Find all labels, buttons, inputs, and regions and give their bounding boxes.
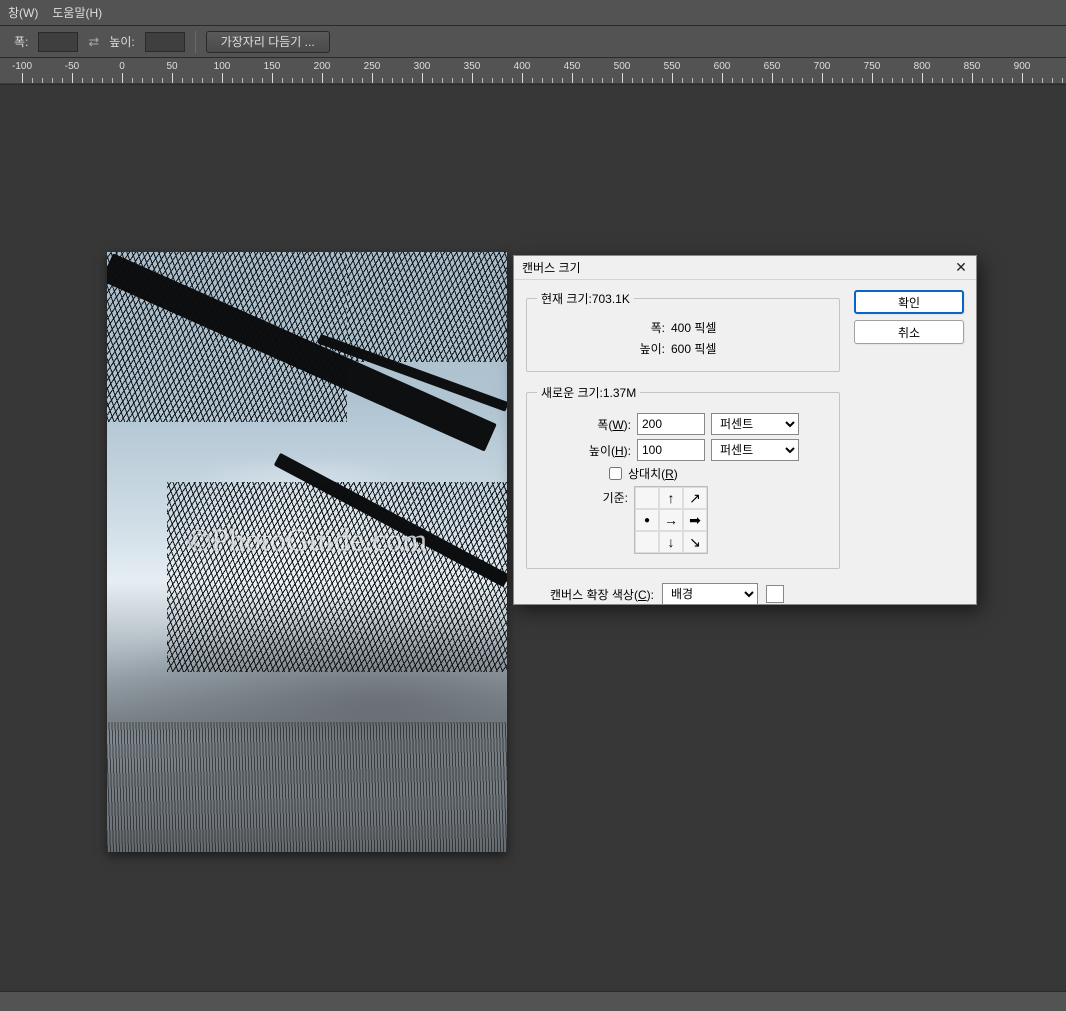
extension-color-select[interactable]: 배경 xyxy=(662,583,758,605)
ruler-tick-label: 900 xyxy=(1014,61,1031,72)
new-size-legend: 새로운 크기:1.37M xyxy=(537,384,640,401)
swap-dimensions-icon[interactable]: ⇄ xyxy=(88,34,99,50)
current-width-label: 폭: xyxy=(595,319,665,336)
dialog-title: 캔버스 크기 xyxy=(522,259,581,276)
new-height-input[interactable] xyxy=(637,439,705,461)
options-bar: 폭: ⇄ 높이: 가장자리 다듬기 ... xyxy=(0,26,1066,58)
extension-color-label: 캔버스 확장 색상(C): xyxy=(550,586,654,603)
ruler-tick-label: 700 xyxy=(814,61,831,72)
options-height-input[interactable] xyxy=(145,32,185,52)
close-icon[interactable]: ✕ xyxy=(952,259,970,277)
anchor-grid[interactable]: ↑ ↗ → ➡ ↓ ↘ xyxy=(634,486,708,554)
ruler-tick-label: 650 xyxy=(764,61,781,72)
ruler-tick-label: 350 xyxy=(464,61,481,72)
ruler-tick-label: -100 xyxy=(12,61,32,72)
ruler-tick-label: 150 xyxy=(264,61,281,72)
anchor-ne[interactable]: ↗ xyxy=(683,487,707,509)
options-height-label: 높이: xyxy=(109,33,134,50)
ruler-tick-label: 100 xyxy=(214,61,231,72)
ruler-tick-label: -50 xyxy=(65,61,79,72)
photo-pine-needles xyxy=(347,252,507,362)
extension-color-row: 캔버스 확장 색상(C): 배경 xyxy=(526,581,840,605)
ok-button[interactable]: 확인 xyxy=(854,290,964,314)
photo-bare-trees xyxy=(107,722,507,852)
new-height-label: 높이(H): xyxy=(567,442,631,459)
ruler-tick-label: 450 xyxy=(564,61,581,72)
ruler-tick-label: 500 xyxy=(614,61,631,72)
options-width-input[interactable] xyxy=(38,32,78,52)
current-width-value: 400 픽셀 xyxy=(671,319,771,336)
dialog-content: 현재 크기:703.1K 폭: 400 픽셀 높이: 600 픽셀 새로운 크기… xyxy=(526,290,840,605)
current-size-group: 현재 크기:703.1K 폭: 400 픽셀 높이: 600 픽셀 xyxy=(526,290,840,372)
ruler-tick-label: 750 xyxy=(864,61,881,72)
ruler-tick-label: 600 xyxy=(714,61,731,72)
new-size-group: 새로운 크기:1.37M 폭(W): 퍼센트 높이(H): 퍼센트 xyxy=(526,384,840,569)
new-width-input[interactable] xyxy=(637,413,705,435)
ruler-tick-label: 550 xyxy=(664,61,681,72)
watermark-text: ©PhotoGuide.com xyxy=(187,522,427,559)
anchor-nw[interactable] xyxy=(635,487,659,509)
ruler-tick-label: 0 xyxy=(119,61,125,72)
anchor-n[interactable]: ↑ xyxy=(659,487,683,509)
anchor-sw[interactable] xyxy=(635,531,659,553)
work-area: ©PhotoGuide.com 캔버스 크기 ✕ 현재 크기:703.1K 폭:… xyxy=(0,84,1066,1011)
dialog-titlebar: 캔버스 크기 ✕ xyxy=(514,256,976,280)
anchor-se[interactable]: ↘ xyxy=(683,531,707,553)
horizontal-ruler: -100 -50 0 50 100 150 200 250 300 350 400 450 500 550… xyxy=(0,58,1066,84)
canvas-size-dialog: 캔버스 크기 ✕ 현재 크기:703.1K 폭: 400 픽셀 높이: 600 … xyxy=(513,255,977,605)
document-canvas[interactable]: ©PhotoGuide.com xyxy=(107,252,507,852)
ruler-tick-label: 300 xyxy=(414,61,431,72)
refine-edge-button[interactable]: 가장자리 다듬기 ... xyxy=(206,31,330,53)
anchor-s[interactable]: ↓ xyxy=(659,531,683,553)
menu-help[interactable]: 도움말(H) xyxy=(52,4,102,21)
extension-color-swatch[interactable] xyxy=(766,585,784,603)
menu-bar: 창(W) 도움말(H) xyxy=(0,0,1066,26)
divider xyxy=(195,31,196,53)
status-bar xyxy=(0,991,1066,1011)
ruler-tick-label: 850 xyxy=(964,61,981,72)
photo-pine-needles xyxy=(107,252,347,422)
ruler-tick-label: 400 xyxy=(514,61,531,72)
dialog-buttons: 확인 취소 xyxy=(854,290,964,605)
anchor-e[interactable]: ➡ xyxy=(683,509,707,531)
cancel-button[interactable]: 취소 xyxy=(854,320,964,344)
new-width-unit-select[interactable]: 퍼센트 xyxy=(711,413,799,435)
ruler-tick-label: 250 xyxy=(364,61,381,72)
relative-label: 상대치(R) xyxy=(628,465,678,482)
new-height-unit-select[interactable]: 퍼센트 xyxy=(711,439,799,461)
ruler-tick-label: 50 xyxy=(166,61,177,72)
current-height-value: 600 픽셀 xyxy=(671,340,771,357)
ruler-tick-label: 800 xyxy=(914,61,931,72)
current-size-legend: 현재 크기:703.1K xyxy=(537,290,634,307)
current-height-label: 높이: xyxy=(595,340,665,357)
new-width-label: 폭(W): xyxy=(567,416,631,433)
anchor-label: 기준: xyxy=(564,486,628,506)
menu-window[interactable]: 창(W) xyxy=(8,4,38,21)
anchor-w[interactable] xyxy=(635,509,659,531)
relative-checkbox[interactable] xyxy=(609,467,622,480)
photo-pine-needles xyxy=(167,482,507,672)
ruler-tick-label: 200 xyxy=(314,61,331,72)
options-width-label: 폭: xyxy=(14,33,28,50)
anchor-c[interactable]: → xyxy=(659,509,683,531)
